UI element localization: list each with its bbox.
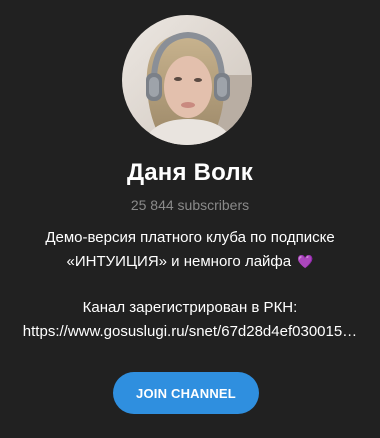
description-text: «ИНТУИЦИЯ» и немного лайфа [66,253,292,270]
channel-title: Даня Волк [126,159,254,186]
description-line: Демо-версия платного клуба по подписке [45,229,335,246]
channel-avatar [122,15,252,145]
description-line: Канал зарегистрирован в РКН: [82,299,298,316]
channel-description: Демо-версия платного клуба по подписке «… [0,226,380,344]
description-spacer [0,274,380,296]
profile-photo-icon [122,15,252,145]
registration-link[interactable]: https://www.gosuslugi.ru/snet/67d28d4ef0… [0,320,380,344]
channel-card: Даня Волк 25 844 subscribers Демо-версия… [0,0,380,438]
purple-heart-icon: 💜 [297,254,314,269]
join-channel-button[interactable]: JOIN CHANNEL [113,372,259,414]
subscriber-count: 25 844 subscribers [130,197,250,213]
description-line-with-emoji: «ИНТУИЦИЯ» и немного лайфа 💜 [0,250,380,274]
